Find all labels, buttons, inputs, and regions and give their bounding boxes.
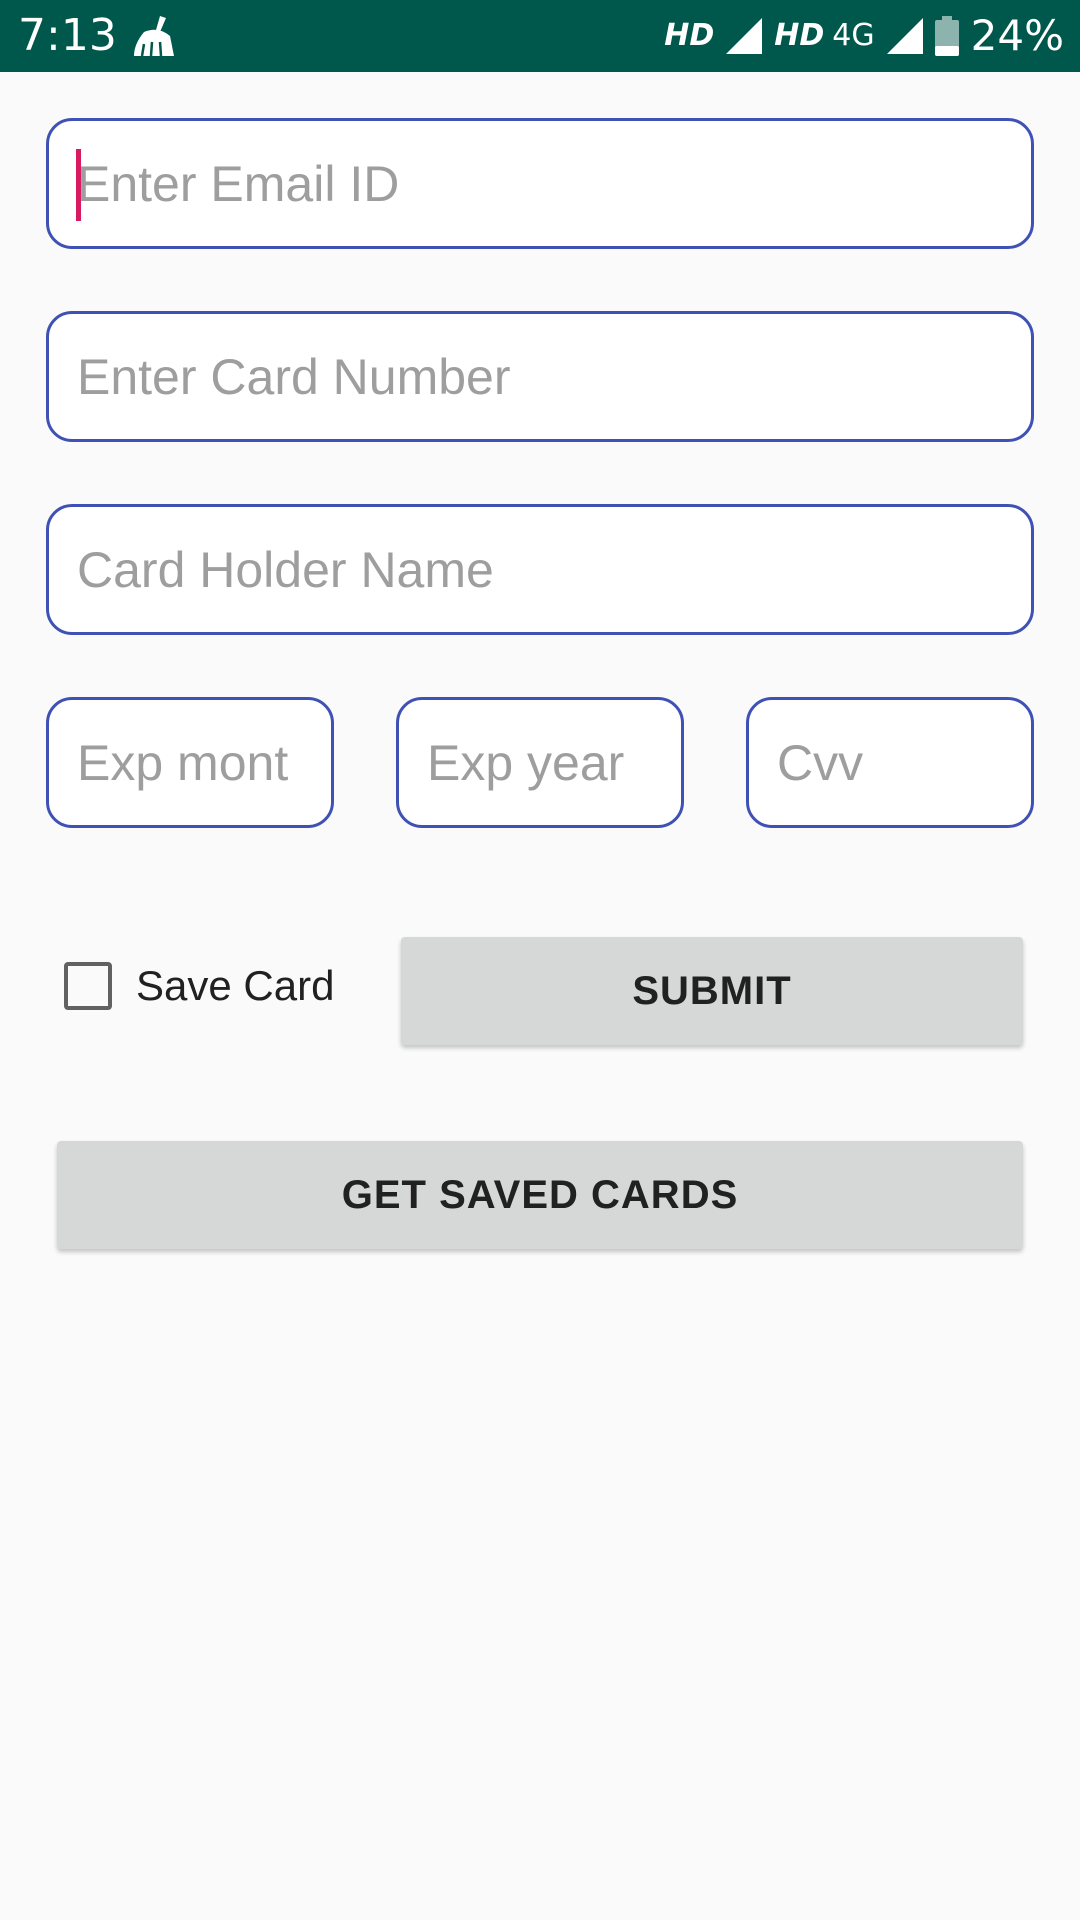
status-bar: 7:13 HD HD 4G 24%	[0, 0, 1080, 72]
email-field[interactable]	[49, 121, 1031, 246]
hd-indicator-1: HD	[664, 18, 715, 53]
card-number-field[interactable]	[49, 314, 1031, 439]
save-card-checkbox[interactable]	[64, 962, 112, 1010]
card-holder-field-container	[46, 504, 1034, 635]
exp-year-field-container	[396, 697, 684, 828]
submit-button[interactable]: SUBMIT	[401, 937, 1023, 1045]
hd-indicator-2: HD	[774, 18, 825, 53]
card-holder-field[interactable]	[49, 507, 1031, 632]
battery-icon	[934, 16, 959, 56]
cvv-field[interactable]	[749, 700, 1031, 825]
email-field-container	[46, 118, 1034, 249]
get-saved-cards-button[interactable]: GET SAVED CARDS	[57, 1141, 1023, 1249]
save-card-label: Save Card	[136, 962, 335, 1009]
exp-month-field[interactable]	[49, 700, 331, 825]
signal-icon-2	[886, 18, 923, 54]
cvv-field-container	[746, 697, 1034, 828]
signal-icon	[726, 18, 763, 54]
status-indicators: HD HD 4G 24%	[664, 12, 1064, 60]
status-time: 7:13	[18, 10, 117, 61]
exp-month-field-container	[46, 697, 334, 828]
exp-year-field[interactable]	[399, 700, 681, 825]
text-cursor	[76, 149, 81, 221]
battery-percentage: 24%	[970, 11, 1064, 60]
network-type: 4G	[832, 18, 875, 53]
cleaner-icon	[134, 16, 174, 57]
save-card-option[interactable]: Save Card	[64, 962, 334, 1010]
card-number-field-container	[46, 311, 1034, 442]
